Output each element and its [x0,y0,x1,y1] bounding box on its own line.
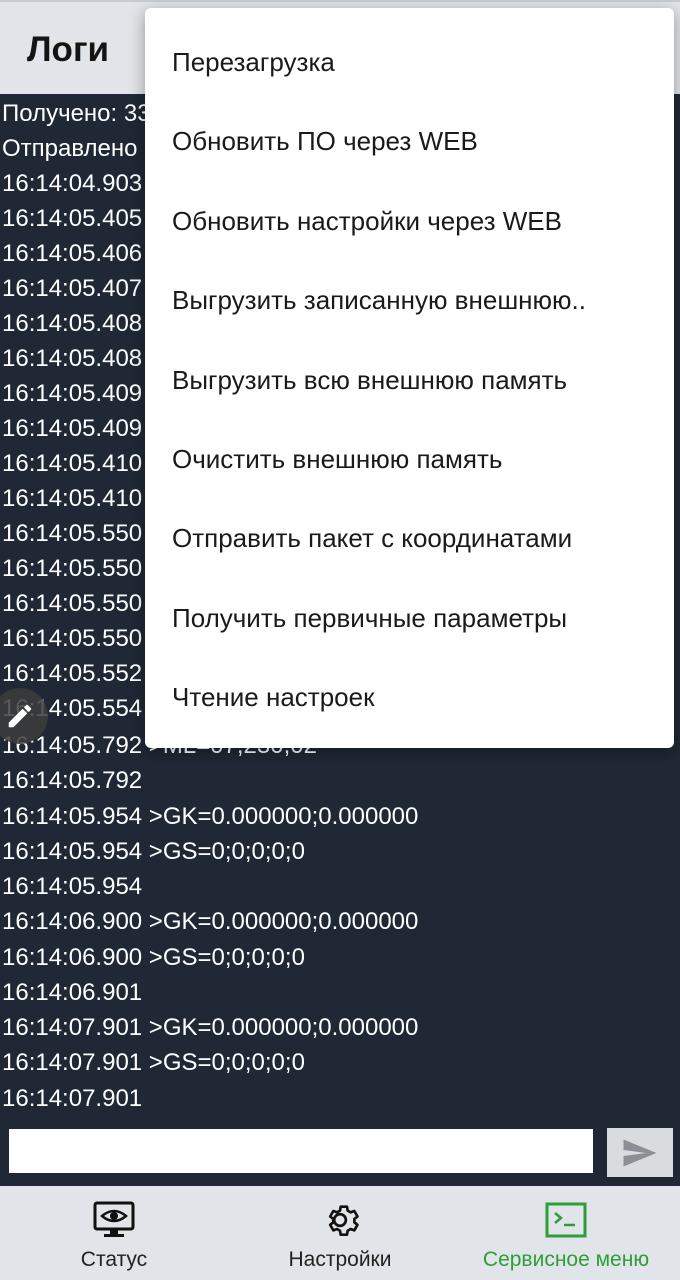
menu-item-update-firmware-web[interactable]: Обновить ПО через WEB [145,102,674,181]
menu-item-reboot[interactable]: Перезагрузка [145,23,674,102]
menu-item-send-coordinates[interactable]: Отправить пакет с координатами [145,499,674,578]
overflow-menu: Перезагрузка Обновить ПО через WEB Обнов… [145,8,674,748]
menu-item-read-settings[interactable]: Чтение настроек [145,658,674,737]
menu-item-update-settings-web[interactable]: Обновить настройки через WEB [145,182,674,261]
menu-item-get-primary-params[interactable]: Получить первичные параметры [145,579,674,658]
menu-item-export-all-memory[interactable]: Выгрузить всю внешнюю память [145,341,674,420]
menu-item-clear-memory[interactable]: Очистить внешнюю память [145,420,674,499]
menu-item-export-recorded-memory[interactable]: Выгрузить записанную внешнюю.. [145,261,674,340]
